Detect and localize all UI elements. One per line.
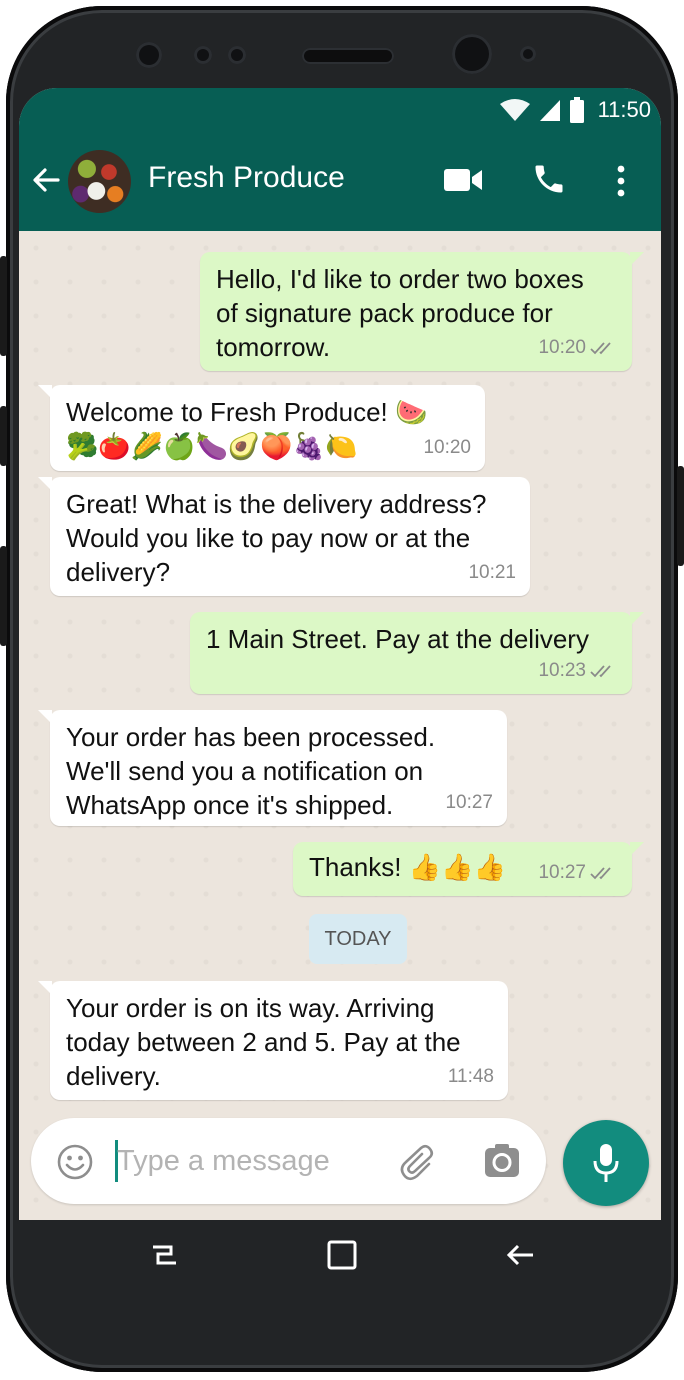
iris-sensor [520,46,536,62]
message-text: Your order is on its way. Arriving today… [66,993,461,1091]
attach-icon[interactable] [399,1142,439,1182]
power-button [677,466,684,566]
recent-apps-icon[interactable] [147,1238,181,1272]
camera-icon[interactable] [484,1144,520,1178]
message-incoming[interactable]: Great! What is the delivery address? Wou… [38,477,530,596]
contact-avatar[interactable] [68,150,131,213]
wifi-icon [499,99,530,121]
back-arrow-icon[interactable] [31,165,61,195]
message-incoming[interactable]: Your order is on its way. Arriving today… [38,981,508,1100]
earpiece-speaker [302,48,394,64]
double-check-icon [590,665,611,678]
light-sensor [228,46,246,64]
volume-down-button [0,546,7,646]
chat-header: Fresh Produce [19,131,661,231]
more-options-icon[interactable] [615,165,627,197]
front-camera [452,34,492,74]
double-check-icon [590,867,611,880]
message-incoming[interactable]: Welcome to Fresh Produce! 🍉 🥦🍅🌽🍏🍆🥑🍑🍇🍋 10… [38,385,485,471]
message-time: 10:23 [538,660,586,681]
mic-icon [593,1144,619,1182]
contact-name[interactable]: Fresh Produce [148,161,345,195]
phone-screen: 11:50 Fresh Produce Hello, I'd like to o… [19,88,661,1220]
message-outgoing[interactable]: Hello, I'd like to order two boxes of si… [200,252,644,371]
signal-icon [539,100,560,121]
message-input[interactable] [117,1136,377,1186]
message-time: 10:20 [423,437,471,458]
battery-icon [569,97,584,123]
proximity-sensor [194,46,212,64]
double-check-icon [590,342,611,355]
message-time: 10:21 [468,562,516,583]
front-sensor [136,42,162,68]
status-time: 11:50 [597,97,651,122]
system-nav-bar [19,1220,661,1290]
home-icon[interactable] [325,1238,359,1272]
message-incoming[interactable]: Your order has been processed. We'll sen… [38,710,507,826]
message-time: 10:27 [445,792,493,813]
message-time: 10:27 [538,862,586,883]
status-bar: 11:50 [19,88,661,131]
message-time: 10:20 [538,337,586,358]
volume-up-button [0,256,7,356]
message-text: Welcome to Fresh Produce! 🍉 🥦🍅🌽🍏🍆🥑🍑🍇🍋 [66,397,428,461]
message-outgoing[interactable]: 1 Main Street. Pay at the delivery 10:23 [190,612,644,694]
bixby-button [0,406,7,466]
phone-call-icon[interactable] [531,161,567,197]
message-text: Great! What is the delivery address? Wou… [66,489,487,587]
message-outgoing[interactable]: Thanks! 👍👍👍 10:27 [293,842,644,896]
date-separator: TODAY [309,914,407,964]
message-text: Your order has been processed. We'll sen… [66,722,436,820]
emoji-icon[interactable] [57,1144,93,1180]
message-time: 11:48 [447,1066,494,1087]
message-text: 1 Main Street. Pay at the delivery [206,624,589,654]
back-icon[interactable] [503,1238,537,1272]
voice-message-button[interactable] [563,1120,649,1206]
message-composer [31,1118,546,1204]
video-call-icon[interactable] [443,165,483,195]
